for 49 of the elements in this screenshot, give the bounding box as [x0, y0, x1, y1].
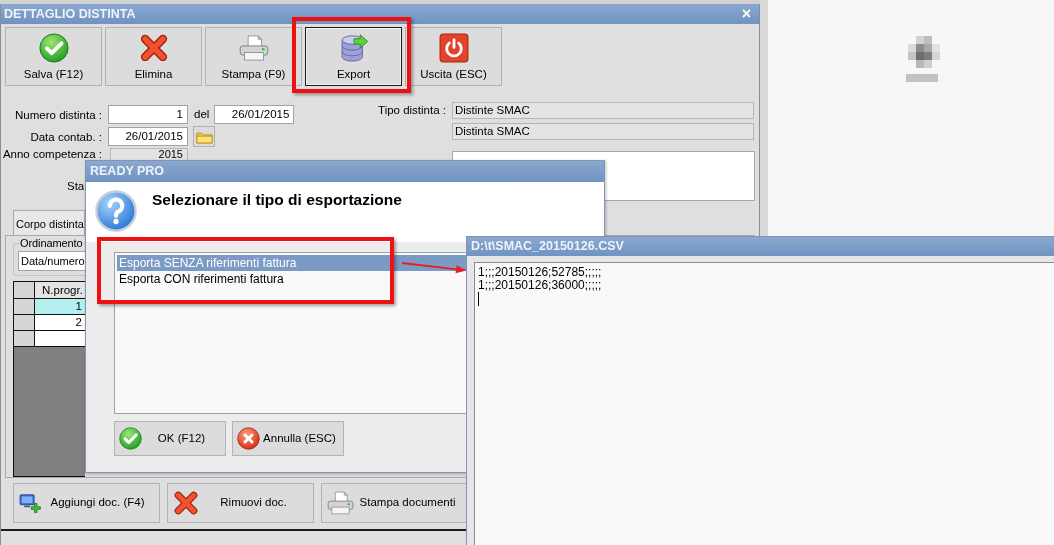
group-label: Ordinamento [19, 237, 84, 250]
text-line: 1;;;20150126;52785;;;;; [478, 266, 602, 279]
field-label: Numero distinta : [14, 107, 102, 122]
table-cell: 1 [35, 299, 85, 315]
field-label: Data contab. : [29, 129, 102, 144]
table-cell: 2 [35, 315, 85, 331]
check-circle-icon [38, 33, 69, 63]
print-button[interactable]: Stampa documenti [321, 483, 467, 523]
sort-dropdown[interactable]: Data/numero [18, 251, 85, 271]
option-list[interactable]: Esporta SENZA riferimenti fattura Esporta CON riferimenti fattura [114, 252, 466, 414]
text-line: 1;;;20150126;36000;;;;; [478, 279, 602, 292]
check-circle-icon [119, 427, 142, 450]
field-label: Tipo distinta : [377, 103, 446, 118]
power-icon [438, 33, 469, 63]
database-arrow-icon [338, 33, 369, 63]
question-icon [95, 190, 137, 232]
panel-tab[interactable]: Corpo distinta [13, 210, 85, 235]
add-button[interactable]: Aggiungi doc. (F4) [13, 483, 160, 523]
exit-button[interactable]: Uscita (ESC) [405, 27, 502, 86]
save-button[interactable]: Salva (F12) [5, 27, 102, 86]
cross-icon [173, 490, 199, 516]
list-option[interactable]: Esporta CON riferimenti fattura [117, 271, 466, 287]
field-label: Sta [66, 179, 85, 193]
delete-button[interactable]: Elimina [105, 27, 202, 86]
date-field[interactable]: 26/01/2015 [108, 127, 188, 146]
cancel-button[interactable]: Annulla (ESC) [232, 421, 344, 456]
field-label: del [194, 106, 210, 122]
print-button[interactable]: Stampa (F9) [205, 27, 302, 86]
cross-icon [138, 33, 169, 63]
monitor-plus-icon [19, 493, 41, 513]
window-title: D:\t\SMAC_20150126.CSV [471, 239, 624, 253]
remove-button[interactable]: Rimuovi doc. [167, 483, 314, 523]
column-header[interactable]: N.progr. [35, 282, 86, 299]
x-circle-icon [237, 427, 260, 450]
text-cursor [478, 292, 479, 306]
dialog-title: READY PRO [90, 164, 165, 178]
pixelated-icon [904, 36, 940, 82]
folder-button[interactable] [193, 126, 215, 147]
number-field[interactable]: 1 [108, 105, 188, 124]
text-area[interactable]: 1;;;20150126;52785;;;;; 1;;;20150126;36000;;;;; [474, 262, 1054, 545]
annotation-arrow [401, 259, 467, 274]
printer-icon [238, 33, 269, 63]
printer-icon [327, 491, 354, 515]
dialog-message: Selezionare il tipo di esportazione [152, 190, 402, 210]
window-title: DETTAGLIO DISTINTA [4, 5, 136, 23]
ok-button[interactable]: OK (F12) [114, 421, 226, 456]
date-field[interactable]: 26/01/2015 [214, 105, 295, 124]
field-label: Anno competenza : [1, 148, 102, 160]
export-button[interactable]: Export [305, 27, 402, 86]
